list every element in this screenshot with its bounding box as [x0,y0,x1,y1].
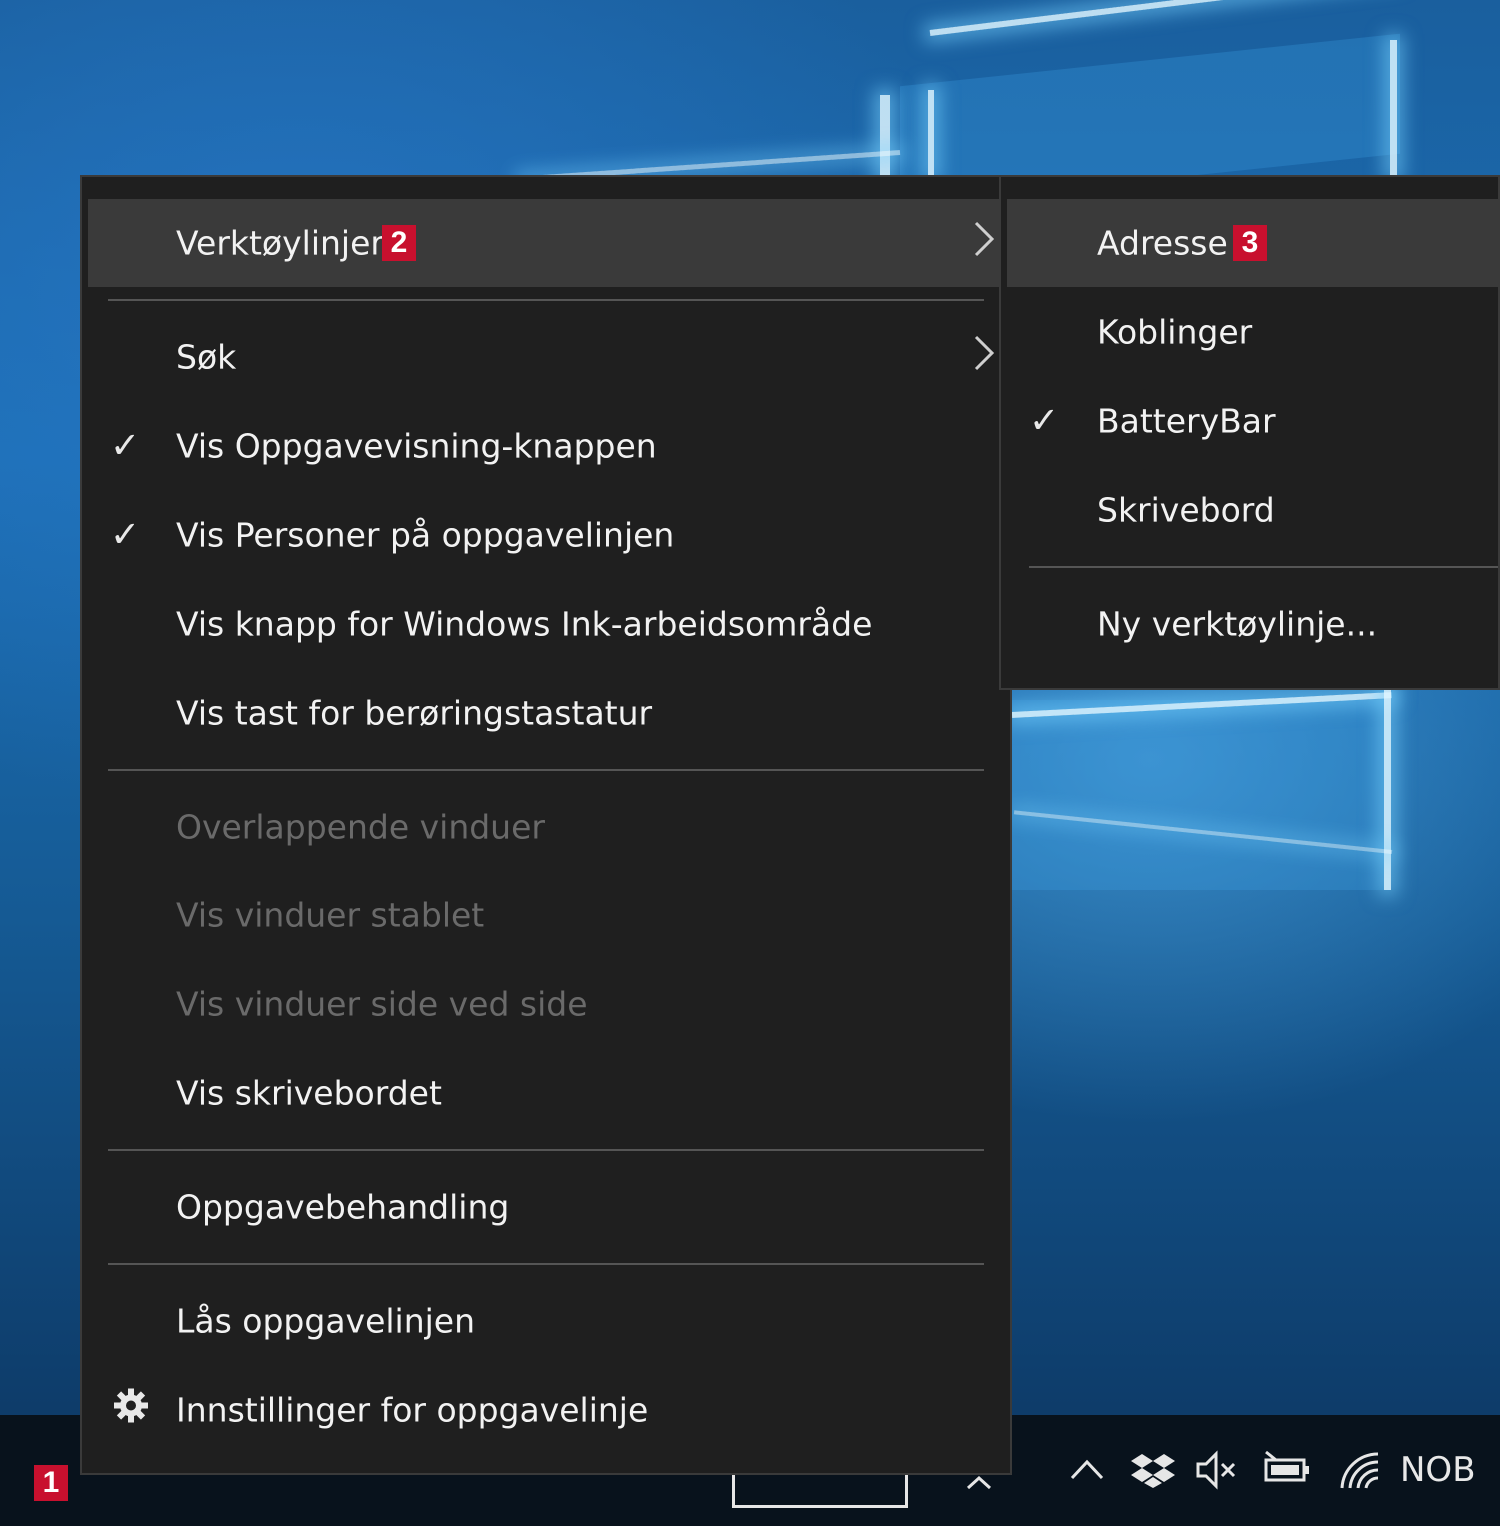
menu-separator [1029,566,1498,568]
menu-separator [108,299,984,301]
menu-item-label: Vis skrivebordet [176,1073,442,1113]
menu-item-label: Vis vinduer stablet [176,895,485,935]
menu-item-show-desktop[interactable]: Vis skrivebordet [88,1049,1004,1137]
menu-item-label: Verktøylinjer [176,223,384,263]
menu-separator [108,1263,984,1265]
wifi-icon[interactable] [1334,1440,1382,1500]
menu-item-lock-taskbar[interactable]: Lås oppgavelinjen [88,1277,1004,1365]
dropbox-icon[interactable] [1130,1440,1176,1500]
submenu-item-address[interactable]: Adresse 3 [1007,199,1498,287]
checkmark-icon: ✓ [110,425,141,467]
menu-item-people[interactable]: ✓ Vis Personer på oppgavelinjen [88,491,1004,579]
menu-item-stacked-windows: Vis vinduer stablet [88,871,1004,959]
menu-item-toolbars[interactable]: Verktøylinjer 2 [88,199,1004,287]
menu-item-side-by-side: Vis vinduer side ved side [88,960,1004,1048]
language-indicator[interactable]: NOB [1400,1440,1480,1500]
chevron-right-icon [972,333,996,381]
menu-item-label: Vis Oppgavevisning-knappen [176,426,657,466]
battery-icon[interactable] [1262,1440,1312,1500]
step-badge-1: 1 [34,1465,68,1501]
checkmark-icon: ✓ [110,514,141,556]
menu-item-label: BatteryBar [1097,401,1276,441]
menu-item-label: Innstillinger for oppgavelinje [176,1390,649,1430]
menu-item-windows-ink[interactable]: Vis knapp for Windows Ink-arbeidsområde [88,580,1004,668]
menu-separator [108,1149,984,1151]
menu-item-label: Vis Personer på oppgavelinjen [176,515,675,555]
volume-muted-icon[interactable] [1194,1440,1242,1500]
menu-item-task-manager[interactable]: Oppgavebehandling [88,1163,1004,1251]
taskbar-app-button[interactable] [732,1475,908,1508]
checkmark-icon: ✓ [1029,400,1060,442]
menu-item-label: Overlappende vinduer [176,807,545,847]
menu-item-label: Ny verktøylinje... [1097,604,1378,644]
menu-item-label: Vis vinduer side ved side [176,984,588,1024]
toolbars-submenu: Adresse 3 Koblinger ✓ BatteryBar Skriveb… [999,175,1500,690]
menu-item-taskbar-settings[interactable]: Innstillinger for oppgavelinje [88,1366,1004,1454]
menu-item-touch-keyboard[interactable]: Vis tast for berøringstastatur [88,669,1004,757]
menu-item-label: Vis tast for berøringstastatur [176,693,653,733]
chevron-up-icon[interactable] [1066,1440,1108,1500]
submenu-item-new-toolbar[interactable]: Ny verktøylinje... [1007,580,1498,668]
submenu-item-links[interactable]: Koblinger [1007,288,1498,376]
menu-item-search[interactable]: Søk [88,313,1004,401]
menu-item-label: Skrivebord [1097,490,1275,530]
menu-item-cascade-windows: Overlappende vinduer [88,783,1004,871]
menu-item-label: Søk [176,337,237,377]
menu-item-label: Lås oppgavelinjen [176,1301,476,1341]
step-badge-2: 2 [382,225,416,261]
taskbar-context-menu: Verktøylinjer 2 Søk ✓ Vis Oppgavevisning… [80,175,1012,1475]
submenu-item-batterybar[interactable]: ✓ BatteryBar [1007,377,1498,465]
menu-item-label: Adresse [1097,223,1228,263]
menu-item-label: Oppgavebehandling [176,1187,510,1227]
menu-separator [108,769,984,771]
chevron-right-icon [972,219,996,267]
gear-icon [112,1387,150,1434]
menu-item-task-view[interactable]: ✓ Vis Oppgavevisning-knappen [88,402,1004,490]
step-badge-3: 3 [1233,225,1267,261]
menu-item-label: Koblinger [1097,312,1253,352]
submenu-item-desktop[interactable]: Skrivebord [1007,466,1498,554]
menu-item-label: Vis knapp for Windows Ink-arbeidsområde [176,604,873,644]
